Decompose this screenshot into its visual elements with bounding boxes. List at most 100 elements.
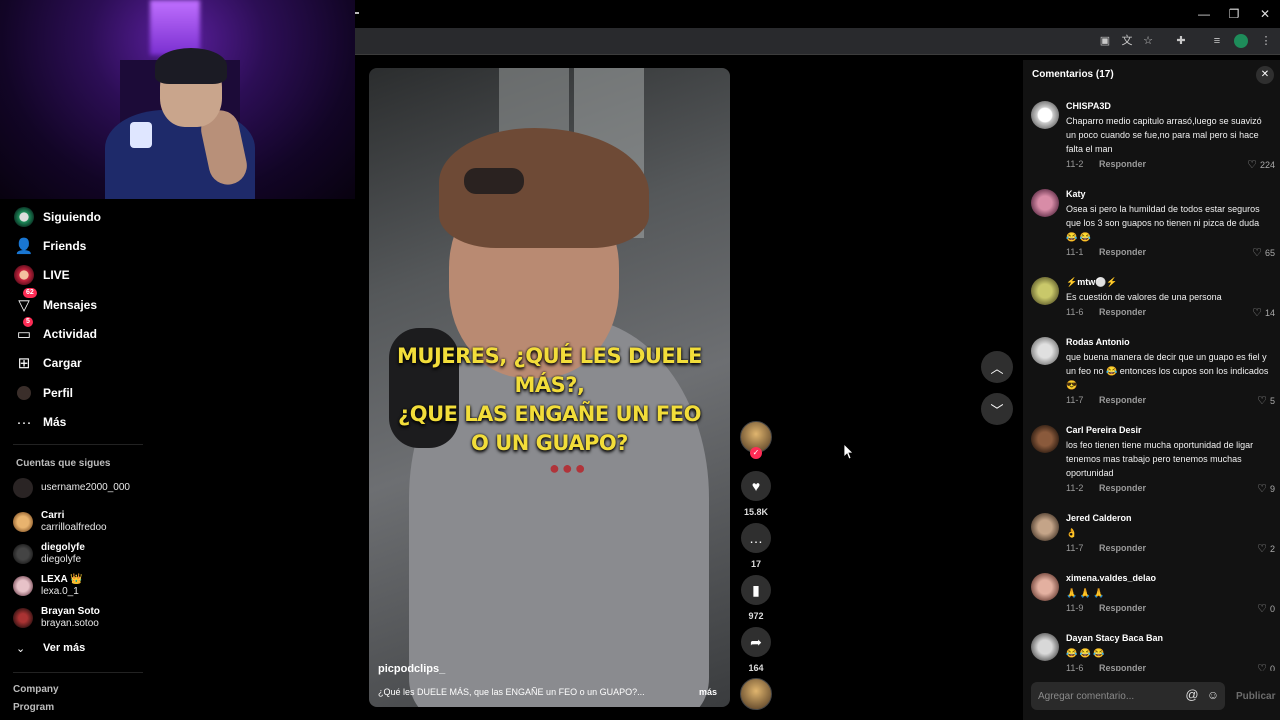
footer-link-program[interactable]: Program [13,702,54,713]
comment-username[interactable]: Katy [1066,189,1086,199]
video-more-link[interactable]: más [699,687,717,697]
comment-item: Carl Pereira Desir los feo tienen tiene … [1031,425,1276,497]
avatar[interactable] [1031,101,1059,129]
publish-button[interactable]: Publicar [1236,691,1275,702]
comment-input[interactable] [1038,688,1178,704]
nav-upload[interactable]: ⊞ Cargar [13,351,82,375]
heart-outline-icon: ♡ [1247,159,1257,171]
translate-icon[interactable]: 文 [1120,34,1134,48]
avatar[interactable] [1031,573,1059,601]
comment-like[interactable]: ♡ 0 [1257,662,1275,671]
extensions-icon[interactable]: ✚ [1174,34,1188,48]
nav-activity[interactable]: ▭ 5 Actividad [13,317,98,346]
reply-button[interactable]: Responder [1099,663,1146,671]
profile-icon[interactable] [1234,34,1248,48]
comment-like[interactable]: ♡ 224 [1247,158,1275,171]
comment-date: 11-1 [1066,247,1084,257]
comment-username[interactable]: Dayan Stacy Baca Ban [1066,633,1163,643]
save-count: 972 [748,611,764,621]
comment-username[interactable]: Rodas Antonio [1066,337,1130,347]
reply-button[interactable]: Responder [1099,307,1146,317]
nav-label: Actividad [43,327,98,341]
avatar [13,544,33,564]
video-hoodie-logo: ●●● [549,458,588,478]
reply-button[interactable]: Responder [1099,483,1146,493]
reply-button[interactable]: Responder [1099,159,1146,169]
nav-more[interactable]: ··· Más [13,410,67,434]
nav-following[interactable]: Siguiendo [13,205,101,229]
heart-outline-icon: ♡ [1257,603,1267,615]
avatar[interactable] [1031,189,1059,217]
bookmark-star-icon[interactable]: ☆ [1141,34,1155,48]
following-account[interactable]: username2000_000 [13,478,130,498]
nav-profile[interactable]: Perfil [13,381,73,405]
comment-like-count: 0 [1269,603,1275,614]
mention-icon[interactable]: @ [1185,688,1199,702]
comment-like[interactable]: ♡ 2 [1257,542,1275,555]
menu-kebab-icon[interactable]: ⋮ [1259,34,1273,48]
comment-like[interactable]: ♡ 9 [1257,482,1275,495]
install-icon[interactable]: ▣ [1098,34,1112,48]
close-comments-button[interactable]: ✕ [1256,66,1274,84]
avatar[interactable] [1031,425,1059,453]
avatar[interactable] [1031,337,1059,365]
reply-button[interactable]: Responder [1099,543,1146,553]
comment-username[interactable]: ximena.valdes_delao [1066,573,1156,583]
video-author[interactable]: picpodclips_ [378,663,445,675]
following-account[interactable]: diegolyfe diegolyfe [13,542,85,566]
comment-like[interactable]: ♡ 5 [1257,394,1275,407]
following-avatar-icon [13,206,35,228]
comment-like-count: 224 [1259,159,1275,170]
webcam-person-hair [155,48,227,84]
comment-username[interactable]: ⚡mtw⚪⚡ [1066,277,1118,288]
share-count: 164 [748,663,764,673]
following-account[interactable]: LEXA 👑 lexa.0_1 [13,574,83,598]
following-account[interactable]: Brayan Soto brayan.sotoo [13,606,100,630]
comment-username[interactable]: CHISPA3D [1066,101,1111,111]
comment-username[interactable]: Carl Pereira Desir [1066,425,1142,435]
comment-text: Osea si pero la humildad de todos estar … [1066,204,1260,242]
comment-text: los feo tienen tiene mucha oportunidad d… [1066,440,1254,478]
close-window-icon[interactable]: ✕ [1257,6,1273,22]
avatar[interactable] [1031,277,1059,305]
comment-text: 🙏 🙏 🙏 [1066,588,1105,598]
avatar[interactable] [1031,513,1059,541]
comment-like[interactable]: ♡ 65 [1252,246,1275,259]
follow-check-icon[interactable]: ✓ [750,447,762,459]
reply-button[interactable]: Responder [1099,395,1146,405]
upload-icon: ⊞ [17,355,31,372]
nav-label: Cargar [43,356,82,370]
nav-messages[interactable]: ▽ 62 Mensajes [13,288,97,317]
save-button[interactable]: ▮ [741,575,771,605]
avatar[interactable] [1031,633,1059,661]
heart-outline-icon: ♡ [1257,543,1267,555]
see-more-button[interactable]: ⌄ Ver más [16,636,85,660]
nav-label: Más [43,415,67,429]
comment-item: Dayan Stacy Baca Ban 😂 😂 😂 11-6 Responde… [1031,633,1276,671]
comment-text: que buena manera de decir que un guapo e… [1066,352,1269,390]
video-player[interactable]: ●●● MUJERES, ¿QUÉ LES DUELE MÁS?, ¿QUE L… [369,68,730,707]
heart-outline-icon: ♡ [1257,483,1267,495]
comment-date: 11-7 [1066,543,1084,553]
media-icon[interactable]: ≡ [1210,34,1224,48]
sound-avatar[interactable] [740,678,772,710]
comment-like[interactable]: ♡ 0 [1257,602,1275,615]
comment-username[interactable]: Jered Calderon [1066,513,1132,523]
reply-button[interactable]: Responder [1099,247,1146,257]
comment-button[interactable]: … [741,523,771,553]
restore-icon[interactable]: ❐ [1226,6,1242,22]
comment-like[interactable]: ♡ 14 [1252,306,1275,319]
emoji-icon[interactable]: ☺ [1206,688,1220,702]
share-button[interactable]: ➦ [741,627,771,657]
reply-button[interactable]: Responder [1099,603,1146,613]
footer-link-company[interactable]: Company [13,684,59,695]
nav-friends[interactable]: 👤 Friends [13,234,87,258]
nav-live[interactable]: LIVE [13,263,70,287]
previous-video-button[interactable]: ︿ [981,351,1013,383]
like-button[interactable]: ♥ [741,471,771,501]
minimize-icon[interactable]: — [1196,6,1212,22]
caption-line: ¿QUE LAS ENGAÑE UN FEO [398,402,701,426]
comment-date: 11-6 [1066,307,1084,317]
next-video-button[interactable]: ﹀ [981,393,1013,425]
following-account[interactable]: Carri carrilloalfredoo [13,510,107,534]
